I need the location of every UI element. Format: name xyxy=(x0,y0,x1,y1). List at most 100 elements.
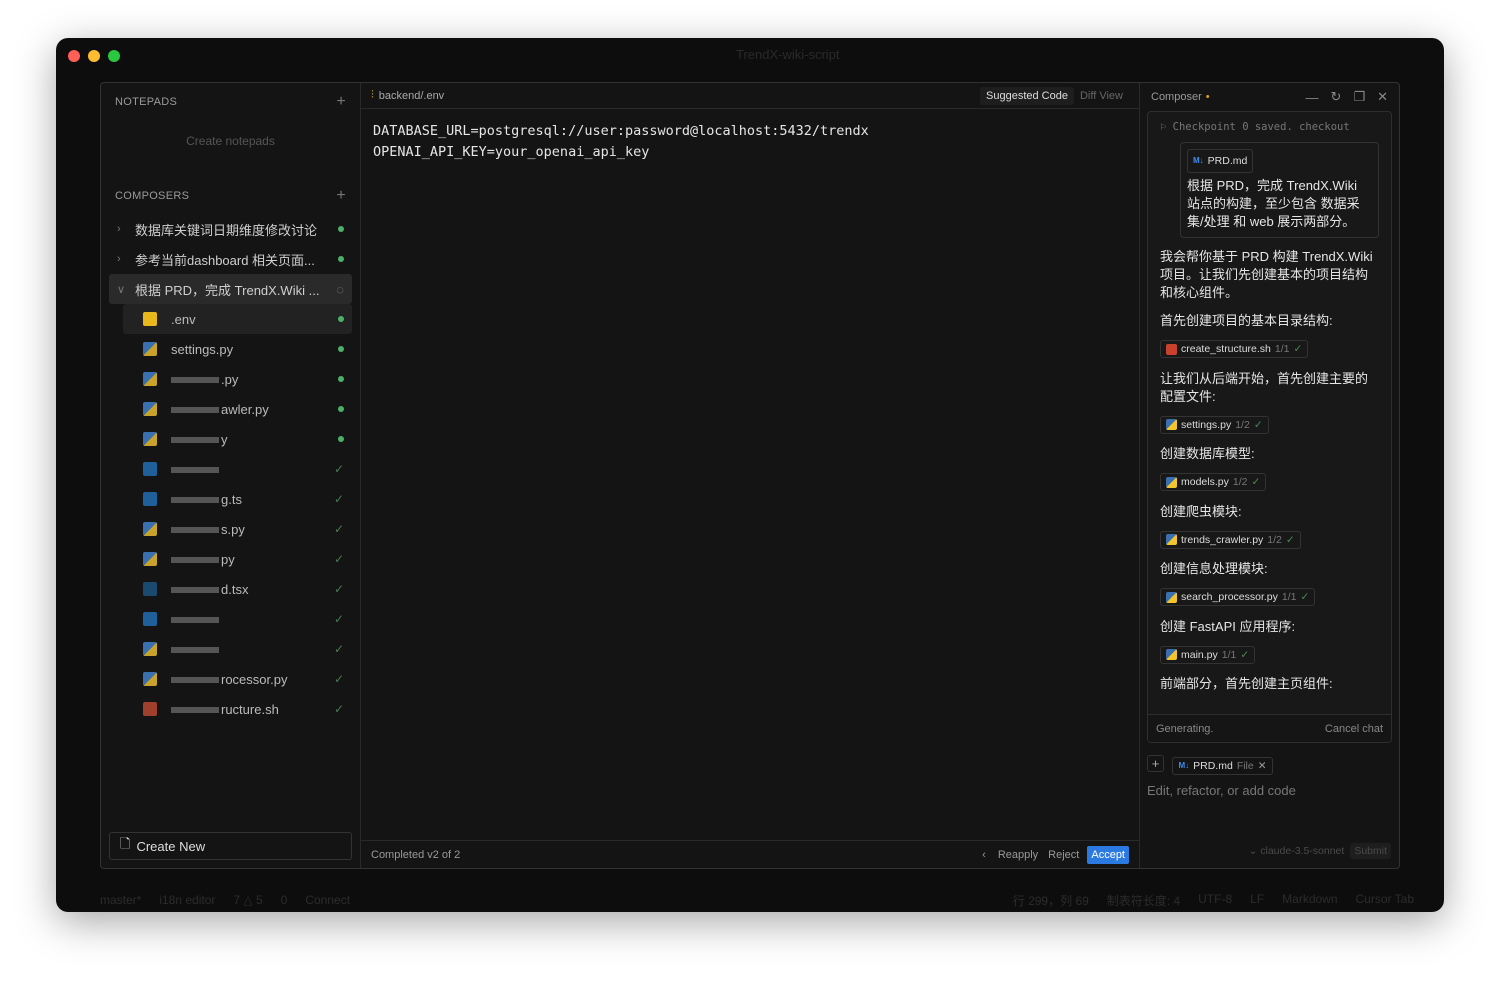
code-block-pill[interactable]: models.py 1/2 ✓ xyxy=(1160,473,1267,491)
close-icon[interactable]: ✕ xyxy=(1377,89,1388,105)
composer-item[interactable]: ∨ 根据 PRD，完成 TrendX.Wiki ... ◌ xyxy=(109,274,352,304)
markdown-icon: M↓ xyxy=(1193,156,1204,165)
chat-thread[interactable]: ⚐ Checkpoint 0 saved. checkout M↓ PRD.md … xyxy=(1147,111,1392,743)
check-icon: ✓ xyxy=(333,612,344,626)
context-file-pill[interactable]: M↓ PRD.md File ✕ xyxy=(1172,756,1273,775)
status-dot xyxy=(338,376,344,382)
check-icon: ✓ xyxy=(333,672,344,686)
accept-button[interactable]: Accept xyxy=(1087,845,1129,864)
markdown-icon: M↓ xyxy=(1178,761,1190,770)
checkpoint[interactable]: ⚐ Checkpoint 0 saved. checkout xyxy=(1148,112,1391,142)
status-dot xyxy=(338,226,344,232)
assistant-message: 让我们从后端开始，首先创建主要的配置文件: xyxy=(1160,370,1369,404)
code-block-pill[interactable]: search_processor.py 1/1 ✓ xyxy=(1160,588,1316,606)
file-item[interactable]: ructure.sh ✓ xyxy=(123,694,352,724)
reapply-button[interactable]: Reapply xyxy=(998,849,1038,861)
language[interactable]: Markdown xyxy=(1282,892,1337,909)
code-block-pill[interactable]: create_structure.sh 1/1 ✓ xyxy=(1160,340,1309,358)
assistant-message: 创建信息处理模块: xyxy=(1160,561,1268,576)
composer-item[interactable]: › 参考当前dashboard 相关页面... xyxy=(109,244,352,274)
eol[interactable]: LF xyxy=(1250,892,1264,909)
status-bar: master* i18n editor 7 △ 5 0 Connect 行 29… xyxy=(56,888,1444,912)
status-dot xyxy=(338,346,344,352)
maximize-window-button[interactable] xyxy=(108,50,120,62)
map-icon: ⚐ xyxy=(1160,121,1173,133)
add-composer-icon[interactable]: + xyxy=(336,187,346,205)
file-item[interactable]: rocessor.py ✓ xyxy=(123,664,352,694)
window-title: TrendX-wiki-script xyxy=(736,47,840,62)
file-item[interactable]: ✓ xyxy=(123,454,352,484)
completion-status: Completed v2 of 2 xyxy=(371,848,461,861)
file-pill[interactable]: M↓ PRD.md xyxy=(1187,149,1254,173)
file-item[interactable]: g.ts ✓ xyxy=(123,484,352,514)
python-file-icon xyxy=(1166,534,1177,545)
file-path: backend/.env xyxy=(378,89,445,102)
notepads-title: NOTEPADS xyxy=(115,96,178,108)
file-item[interactable]: awler.py xyxy=(123,394,352,424)
code-block-pill[interactable]: main.py 1/1 ✓ xyxy=(1160,645,1256,664)
code-block-pill[interactable]: settings.py 1/2 ✓ xyxy=(1160,415,1269,434)
file-item[interactable]: ✓ xyxy=(123,604,352,634)
encoding[interactable]: UTF-8 xyxy=(1198,892,1232,909)
react-file-icon xyxy=(143,582,157,596)
typescript-file-icon xyxy=(143,462,157,476)
composers-title: COMPOSERS xyxy=(115,190,190,202)
submit-button[interactable]: Submit xyxy=(1350,843,1391,859)
cursor-position[interactable]: 行 299，列 69 xyxy=(1013,892,1089,909)
reject-button[interactable]: Reject xyxy=(1048,849,1079,861)
python-file-icon xyxy=(1166,476,1177,488)
check-icon: ✓ xyxy=(1293,343,1303,355)
code-editor: ⫶ backend/.env Suggested Code Diff View D… xyxy=(361,83,1140,868)
check-icon: ✓ xyxy=(333,582,344,596)
composer-overlay: NOTEPADS + Create notepads COMPOSERS + › 数据… xyxy=(100,82,1400,869)
connect[interactable]: Connect xyxy=(305,893,350,907)
file-item[interactable]: .env xyxy=(123,304,352,334)
restore-icon[interactable]: ❐ xyxy=(1353,89,1365,105)
file-item[interactable]: ✓ xyxy=(123,634,352,664)
create-notepads-link[interactable]: Create notepads xyxy=(109,120,352,178)
python-file-icon xyxy=(143,552,157,566)
check-icon: ✓ xyxy=(333,552,344,566)
composer-input[interactable]: Edit, refactor, or add code xyxy=(1147,783,1392,798)
chevron-left-icon[interactable]: ‹ xyxy=(982,849,986,861)
editor-mode[interactable]: i18n editor xyxy=(159,893,215,907)
code-content[interactable]: DATABASE_URL=postgresql://user:password@… xyxy=(361,109,1139,175)
assistant-message: 创建数据库模型: xyxy=(1160,446,1255,461)
code-block-pill[interactable]: trends_crawler.py 1/2 ✓ xyxy=(1160,530,1301,549)
composer-item[interactable]: › 数据库关键词日期维度修改讨论 xyxy=(109,214,352,244)
python-file-icon xyxy=(143,342,157,356)
check-icon: ✓ xyxy=(333,492,344,506)
file-item[interactable]: s.py ✓ xyxy=(123,514,352,544)
add-notepad-icon[interactable]: + xyxy=(336,93,346,111)
minimize-window-button[interactable] xyxy=(88,50,100,62)
file-item[interactable]: py ✓ xyxy=(123,544,352,574)
assistant-message: 创建爬虫模块: xyxy=(1160,503,1242,519)
cancel-chat-button[interactable]: Cancel chat xyxy=(1325,723,1383,735)
file-item[interactable]: d.tsx ✓ xyxy=(123,574,352,604)
branch[interactable]: master* xyxy=(100,893,141,907)
file-item[interactable]: y xyxy=(123,424,352,454)
env-file-icon xyxy=(143,312,157,326)
refresh-icon[interactable]: ↻ xyxy=(1331,89,1342,105)
problems[interactable]: 7 △ 5 xyxy=(233,893,262,907)
assistant-message: 创建 FastAPI 应用程序: xyxy=(1160,618,1296,634)
assistant-message: 前端部分，首先创建主页组件: xyxy=(1160,676,1333,691)
file-item[interactable]: settings.py xyxy=(123,334,352,364)
tab-diff-view[interactable]: Diff View xyxy=(1074,87,1129,105)
remove-icon[interactable]: ✕ xyxy=(1258,760,1267,772)
tab-size[interactable]: 制表符长度: 4 xyxy=(1107,892,1180,909)
file-item[interactable]: .py xyxy=(123,364,352,394)
ports[interactable]: 0 xyxy=(281,893,288,907)
add-context-button[interactable]: + xyxy=(1147,755,1164,773)
check-icon: ✓ xyxy=(1240,648,1250,661)
check-icon: ✓ xyxy=(1251,476,1261,488)
create-new-button[interactable]: 🗋 Create New xyxy=(109,832,352,860)
tab-suggested-code[interactable]: Suggested Code xyxy=(980,86,1074,105)
model-selector[interactable]: ⌄ claude-3.5-sonnet xyxy=(1249,845,1345,857)
close-window-button[interactable] xyxy=(68,50,80,62)
assistant-message: 我会帮你基于 PRD 构建 TrendX.Wiki 项目。让我们先创建基本的项目… xyxy=(1160,249,1373,300)
python-file-icon xyxy=(143,522,157,536)
cursor-tab[interactable]: Cursor Tab xyxy=(1356,892,1414,909)
minimize-icon[interactable]: — xyxy=(1306,90,1319,105)
python-file-icon xyxy=(1166,591,1177,603)
